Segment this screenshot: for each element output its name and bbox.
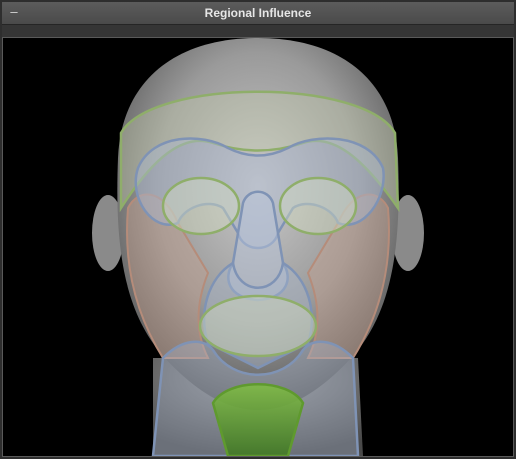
panel-titlebar: – Regional Influence — [2, 2, 514, 25]
region-mouth[interactable] — [198, 294, 318, 358]
head-render — [92, 38, 424, 456]
region-chin[interactable] — [211, 383, 305, 456]
regional-influence-panel: – Regional Influence — [0, 0, 516, 459]
region-right-eye[interactable] — [278, 176, 358, 236]
3d-viewport[interactable] — [2, 37, 514, 457]
panel-title: Regional Influence — [204, 6, 312, 20]
panel-toolbar-strip — [2, 25, 514, 37]
region-left-eye[interactable] — [161, 176, 241, 236]
